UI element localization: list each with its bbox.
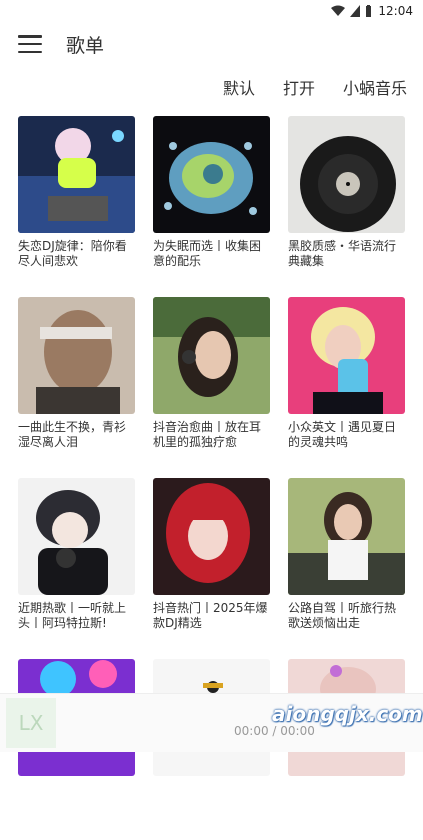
playlist-title: 抖音治愈曲丨放在耳机里的孤独疗愈 — [153, 420, 262, 449]
player-cover[interactable]: LX — [6, 698, 56, 748]
playlist-cover[interactable] — [153, 478, 270, 595]
playlist-card[interactable]: 失恋DJ旋律：陪你看尽人间悲欢 — [18, 116, 135, 297]
playlist-cover[interactable] — [153, 297, 270, 414]
playlist-title: 小众英文丨遇见夏日的灵魂共鸣 — [288, 420, 397, 449]
playlist-card[interactable]: 黑胶质感・华语流行典藏集 — [288, 116, 405, 297]
app-bar: 歌单 — [0, 22, 423, 66]
playlist-cover[interactable] — [18, 297, 135, 414]
playlist-card[interactable]: 抖音治愈曲丨放在耳机里的孤独疗愈 — [153, 297, 270, 478]
playlist-card[interactable]: 小众英文丨遇见夏日的灵魂共鸣 — [288, 297, 405, 478]
playlist-cover[interactable] — [153, 116, 270, 233]
playlist-title: 公路自驾丨听旅行热歌送烦恼出走 — [288, 601, 397, 630]
playlist-cover[interactable] — [288, 116, 405, 233]
playlist-cover[interactable] — [18, 478, 135, 595]
status-bar: 12:04 — [0, 0, 423, 22]
playlist-title: 一曲此生不换，青衫湿尽离人泪 — [18, 420, 127, 449]
playlist-title — [18, 782, 135, 814]
source-filter-bar: 默认 打开 小蜗音乐 — [223, 75, 407, 99]
playlist-cover[interactable] — [288, 478, 405, 595]
playlist-card[interactable]: 抖音热门丨2025年爆款DJ精选 — [153, 478, 270, 659]
status-time: 12:04 — [378, 4, 413, 18]
filter-open[interactable]: 打开 — [283, 75, 315, 99]
playlist-title: 为失眠而选丨收集困意的配乐 — [153, 239, 262, 268]
playback-time: 00:00 / 00:00 — [234, 724, 315, 738]
player-bar[interactable]: LX aiongqjx.com 00:00 / 00:00 — [0, 693, 423, 752]
wifi-icon — [331, 5, 346, 16]
battery-icon — [366, 5, 372, 17]
playlist-title: 黑胶质感・华语流行典藏集 — [288, 239, 397, 268]
playlist-title: 近期热歌丨一听就上头丨阿玛特拉斯! — [18, 601, 127, 630]
playlist-card[interactable]: 一曲此生不换，青衫湿尽离人泪 — [18, 297, 135, 478]
playlist-card[interactable]: 为失眠而选丨收集困意的配乐 — [153, 116, 270, 297]
filter-default[interactable]: 默认 — [223, 75, 255, 99]
status-icons — [331, 5, 372, 17]
playlist-title: 抖音热门丨2025年爆款DJ精选 — [153, 601, 268, 630]
watermark: aiongqjx.com — [272, 702, 423, 726]
menu-icon[interactable] — [18, 35, 42, 53]
playlist-card[interactable]: 公路自驾丨听旅行热歌送烦恼出走 — [288, 478, 405, 659]
page-title: 歌单 — [66, 34, 105, 57]
playlist-title — [153, 782, 270, 814]
playlist-title: 失恋DJ旋律：陪你看尽人间悲欢 — [18, 239, 127, 268]
filter-source[interactable]: 小蜗音乐 — [343, 75, 407, 99]
signal-icon — [350, 5, 361, 17]
playlist-cover[interactable] — [18, 116, 135, 233]
playlist-cover[interactable] — [288, 297, 405, 414]
playlist-card[interactable]: 近期热歌丨一听就上头丨阿玛特拉斯! — [18, 478, 135, 659]
playlist-title — [288, 782, 405, 814]
